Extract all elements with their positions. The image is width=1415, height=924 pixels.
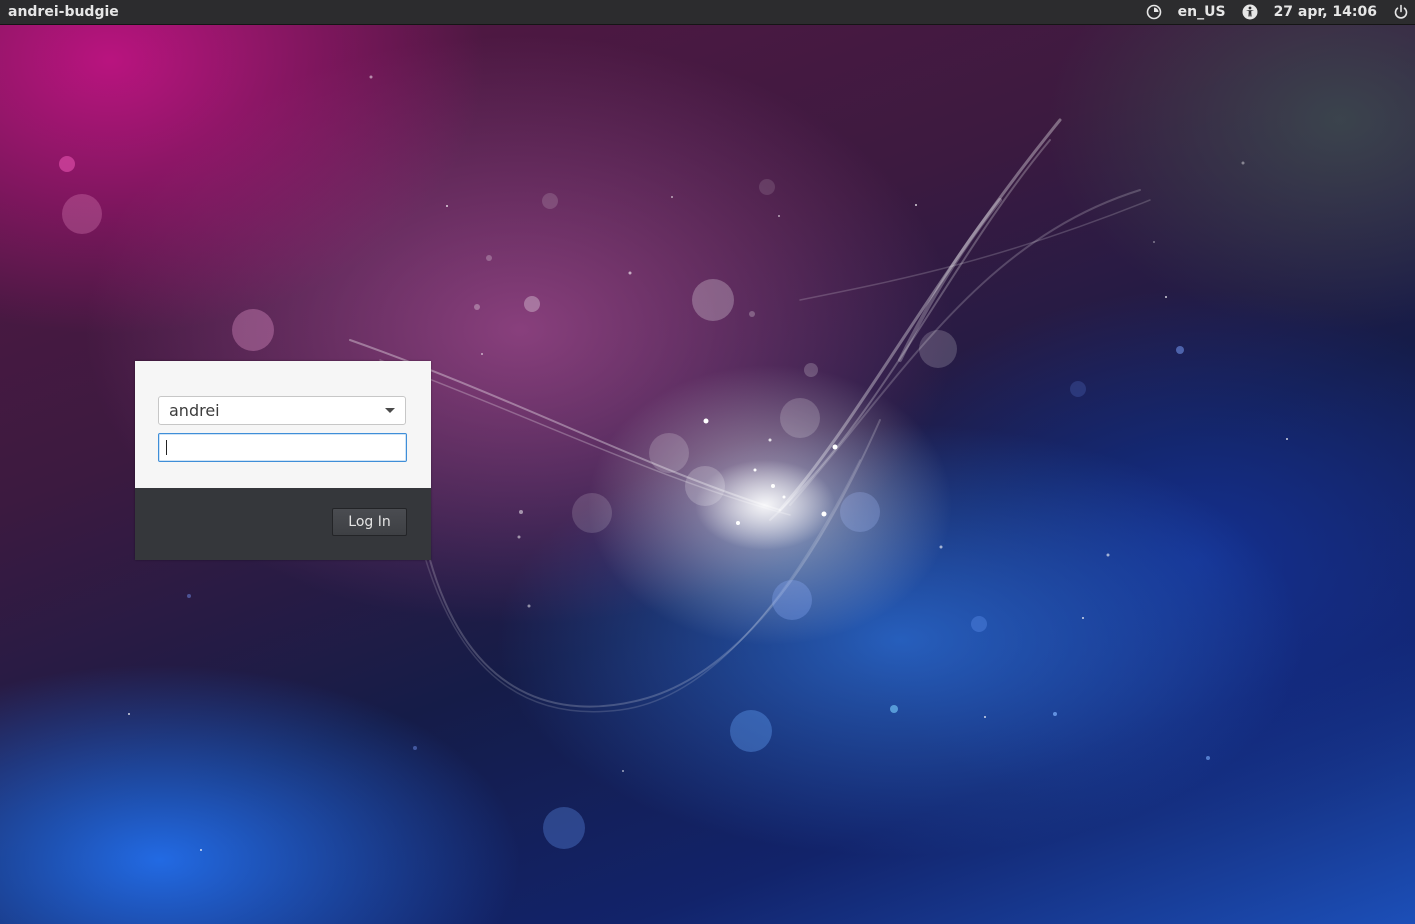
accessibility-icon[interactable]	[1242, 0, 1258, 24]
login-button[interactable]: Log In	[332, 508, 407, 536]
top-panel: andrei-budgie en_US 27 apr, 14:06	[0, 0, 1415, 25]
indicator-area: en_US 27 apr, 14:06	[1146, 0, 1409, 24]
clock-indicator[interactable]: 27 apr, 14:06	[1274, 0, 1377, 24]
login-box-body: andrei	[135, 361, 431, 488]
password-field[interactable]	[158, 433, 407, 462]
text-cursor	[166, 440, 167, 455]
user-selector[interactable]: andrei	[158, 396, 406, 425]
keyboard-layout-indicator[interactable]: en_US	[1178, 0, 1226, 24]
hostname-label: andrei-budgie	[8, 4, 119, 20]
power-icon[interactable]	[1393, 0, 1409, 24]
login-box-footer: Log In	[135, 488, 431, 560]
selected-user-label: andrei	[169, 401, 220, 420]
chevron-down-icon	[385, 408, 395, 413]
login-screen: andrei-budgie en_US 27 apr, 14:06 andrei…	[0, 0, 1415, 924]
login-box: andrei Log In	[135, 361, 431, 560]
session-icon[interactable]	[1146, 0, 1162, 24]
